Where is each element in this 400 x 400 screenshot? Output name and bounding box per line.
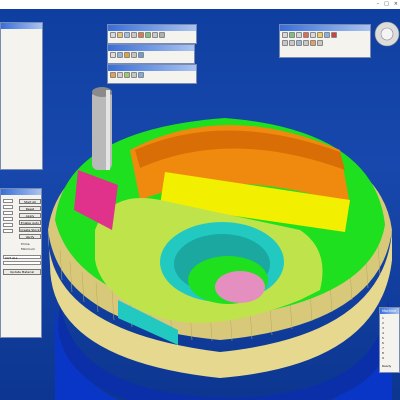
machine-log-title: Machine - 4X (380, 308, 399, 314)
save-icon[interactable] (124, 32, 130, 38)
option-minimum[interactable]: Minimum (21, 247, 35, 251)
measure-icon[interactable] (131, 72, 137, 78)
log-row-1: 1 (382, 316, 384, 320)
update-material-button[interactable]: Update Material (3, 269, 41, 275)
start-all-button[interactable]: Start All (19, 199, 41, 204)
cut-mode-dropdown[interactable]: CUT ALL (3, 255, 41, 260)
cursor-icon[interactable] (289, 40, 295, 46)
machine-tree-icons (108, 31, 196, 39)
simulation-icons-row1 (280, 31, 370, 39)
tools-icons (108, 51, 194, 59)
log-row-7: 7 (382, 346, 384, 350)
property-field-4[interactable] (3, 217, 13, 221)
wire-icon[interactable] (317, 40, 323, 46)
play-icon[interactable] (138, 32, 144, 38)
material-removal-title (108, 65, 196, 71)
play-icon[interactable] (289, 32, 295, 38)
pink-hole (215, 271, 265, 303)
tools-panel (107, 44, 195, 64)
log-row-3: 3 (382, 326, 384, 330)
setup-panel (0, 22, 43, 170)
material-removal-panel (107, 64, 197, 84)
log-status: Ready (382, 364, 392, 368)
value-field[interactable] (3, 261, 41, 265)
machined-part-render (47, 21, 400, 400)
setup-panel-title (1, 23, 42, 29)
camera-icon[interactable] (296, 40, 302, 46)
step-icon[interactable] (145, 32, 151, 38)
fixture-icon[interactable] (131, 52, 137, 58)
enable-auto-button[interactable]: Enable Auto (19, 220, 41, 225)
pause-icon[interactable] (296, 32, 302, 38)
rewind-icon[interactable] (282, 32, 288, 38)
grid-icon[interactable] (303, 40, 309, 46)
close-button[interactable]: × (394, 1, 398, 7)
zoom-icon[interactable] (324, 32, 330, 38)
window-controls: – □ × (377, 1, 398, 7)
log-row-4: 4 (382, 331, 384, 335)
create-stock-button[interactable]: Create Stock (19, 227, 41, 232)
warning-icon[interactable] (317, 32, 323, 38)
holder-icon[interactable] (117, 52, 123, 58)
step-icon[interactable] (310, 32, 316, 38)
section-icon[interactable] (124, 72, 130, 78)
log-row-9: 9 (382, 356, 384, 360)
machine-tree-title (108, 25, 196, 31)
tools-title (108, 45, 194, 51)
stock-icon[interactable] (124, 52, 130, 58)
log-row-8: 8 (382, 351, 384, 355)
property-field-5[interactable] (3, 223, 13, 227)
simulation-icons-row2 (280, 39, 370, 47)
log-row-5: 5 (382, 336, 384, 340)
open-icon[interactable] (110, 32, 116, 38)
stop-icon[interactable] (152, 32, 158, 38)
log-row-2: 2 (382, 321, 384, 325)
property-field-3[interactable] (3, 211, 13, 215)
machine-log-panel: Machine - 4X 1 2 3 4 5 6 7 8 9 Ready (379, 307, 400, 373)
reset-button[interactable]: Reset (19, 206, 41, 211)
compare-icon[interactable] (117, 72, 123, 78)
view-icon[interactable] (138, 72, 144, 78)
minimize-button[interactable]: – (377, 1, 380, 7)
tool-icon[interactable] (110, 52, 116, 58)
option-prime[interactable]: Prime (21, 242, 30, 246)
verify-button[interactable]: Verify (19, 234, 41, 239)
property-field-1[interactable] (3, 199, 13, 203)
stop-icon[interactable] (303, 32, 309, 38)
apply-button[interactable]: Apply (19, 213, 41, 218)
speed-icon[interactable] (282, 40, 288, 46)
reset-icon[interactable] (159, 32, 165, 38)
log-row-6: 6 (382, 341, 384, 345)
shade-icon[interactable] (310, 40, 316, 46)
property-field-6[interactable] (3, 229, 13, 233)
simulation-options-title (280, 25, 370, 31)
simulation-options-panel (279, 24, 371, 58)
properties-panel: Start All Reset Apply Enable Auto Create… (0, 188, 42, 338)
machine-tree-panel (107, 24, 197, 44)
property-field-2[interactable] (3, 205, 13, 209)
maximize-button[interactable]: □ (384, 1, 389, 7)
removal-icon[interactable] (110, 72, 116, 78)
error-icon[interactable] (331, 32, 337, 38)
cut-icon[interactable] (131, 32, 137, 38)
design-icon[interactable] (138, 52, 144, 58)
material-removal-icons (108, 71, 196, 79)
properties-title (1, 189, 41, 195)
folder-icon[interactable] (117, 32, 123, 38)
3d-viewport[interactable] (0, 9, 400, 400)
